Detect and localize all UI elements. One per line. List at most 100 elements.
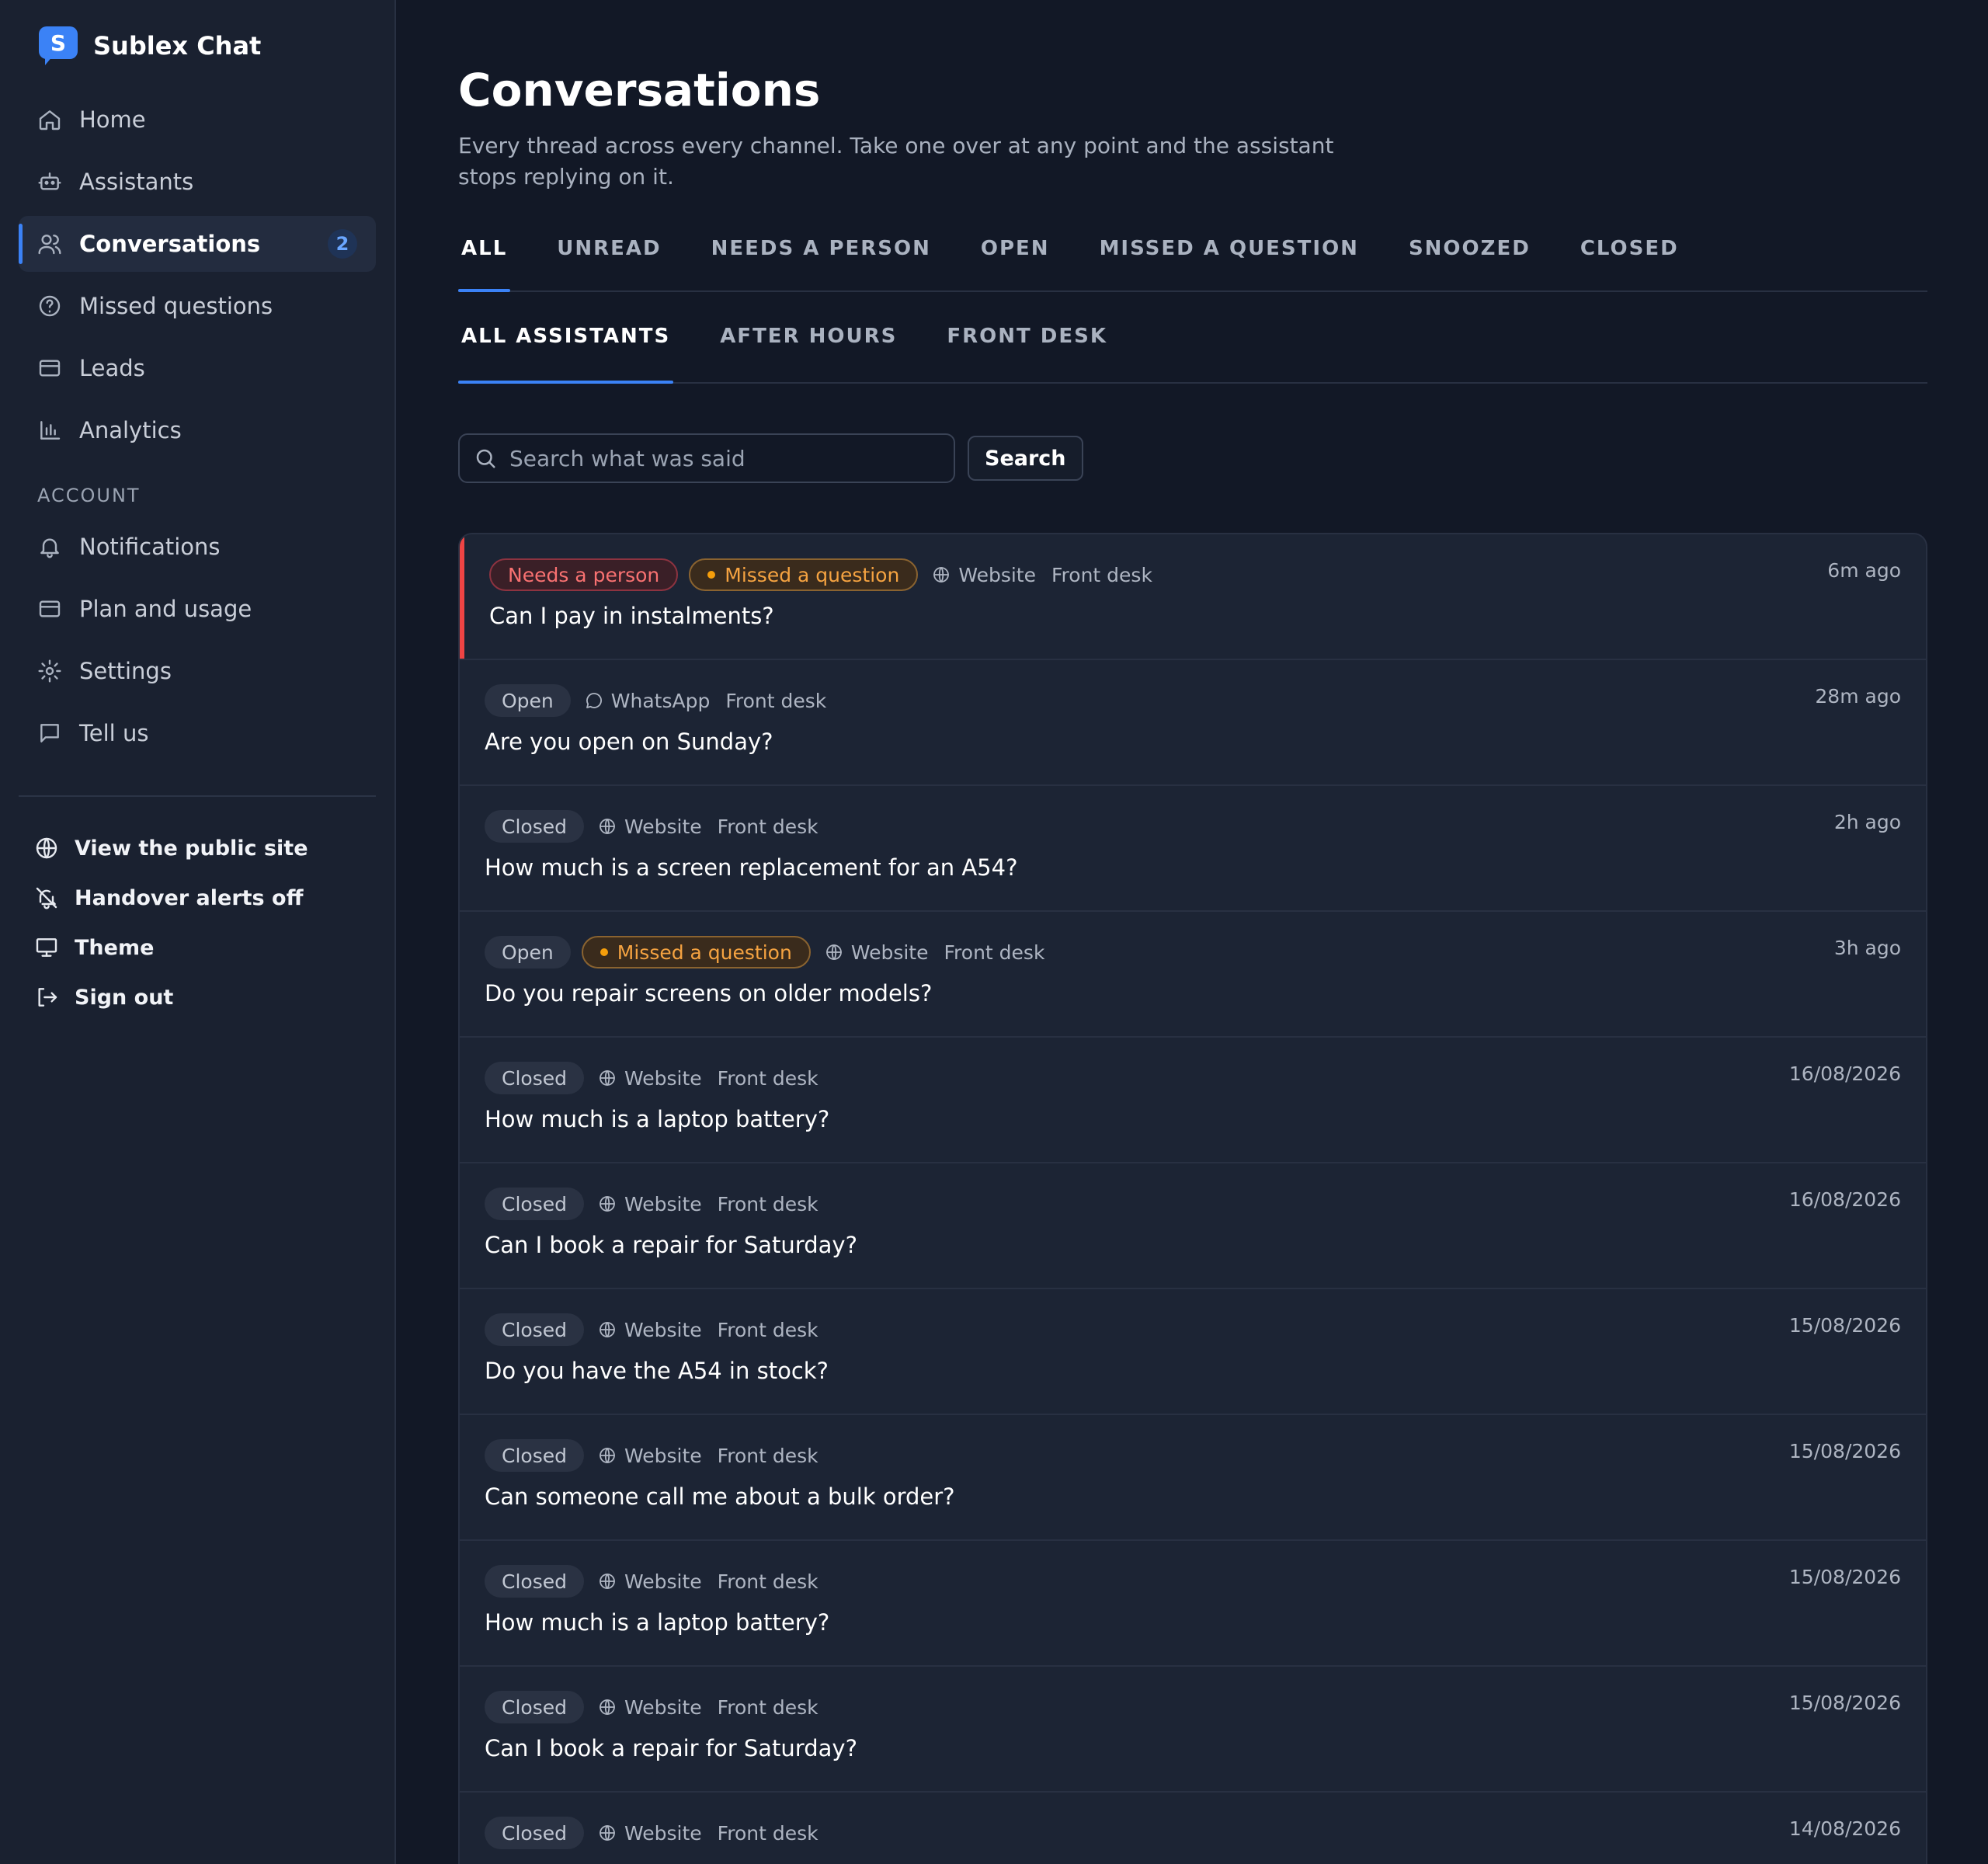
channel-name: Website — [958, 563, 1036, 586]
status-badge: Open — [485, 684, 571, 717]
conversation-time: 15/08/2026 — [1788, 1566, 1901, 1588]
sidebar-item-missed-questions[interactable]: Missed questions — [19, 278, 376, 334]
status-badge: Closed — [485, 810, 584, 843]
search-input[interactable] — [508, 444, 940, 472]
status-badge-label: Closed — [502, 1444, 567, 1467]
sidebar-item-leads[interactable]: Leads — [19, 340, 376, 396]
tab-closed[interactable]: CLOSED — [1577, 227, 1682, 290]
conversation-question: Do you have the A54 in stock? — [485, 1358, 829, 1384]
conversation-meta: Closed Website Front desk — [485, 1187, 1901, 1221]
channel-label: Website — [598, 1067, 702, 1090]
conversation-row[interactable]: Closed Website Front desk 15/08/2026 Do you … — [460, 1289, 1926, 1415]
channel-name: Website — [624, 815, 702, 838]
globe-icon — [600, 819, 615, 834]
status-badge: Closed — [485, 1188, 584, 1220]
tab-snoozed[interactable]: SNOOZED — [1406, 227, 1534, 290]
sidebar-item-tell-us[interactable]: Tell us — [19, 705, 376, 761]
conversation-row[interactable]: Closed Website Front desk 16/08/2026 How muc… — [460, 1038, 1926, 1163]
sidebar-item-assistants[interactable]: Assistants — [19, 154, 376, 210]
message-square-icon — [40, 724, 59, 742]
sidebar-item-label: Assistants — [79, 169, 194, 195]
sidebar-item-settings[interactable]: Settings — [19, 643, 376, 699]
status-badge-label: Closed — [502, 1821, 567, 1845]
assistant-name: Front desk — [717, 1695, 818, 1719]
channel-label: Website — [598, 1570, 702, 1593]
status-badge: Closed — [485, 1691, 584, 1723]
conversation-row[interactable]: Closed Website Front desk 14/08/2026 — [460, 1793, 1926, 1864]
footer-item-handover-alerts-off[interactable]: Handover alerts off — [19, 873, 376, 923]
sidebar-item-conversations[interactable]: Conversations 2 — [19, 216, 376, 272]
assistant-name: Front desk — [717, 1192, 818, 1215]
conversation-row[interactable]: Needs a person Missed a question Website Fr… — [460, 534, 1926, 660]
conversation-meta: Open WhatsApp Front desk — [485, 683, 1901, 718]
sidebar-item-notifications[interactable]: Notifications — [19, 519, 376, 575]
globe-icon — [600, 1196, 615, 1212]
status-badge-label: Open — [502, 941, 554, 964]
assistant-name: Front desk — [717, 1318, 818, 1341]
warning-dot-icon — [707, 571, 716, 579]
users-icon — [38, 235, 61, 255]
status-badge-label: Closed — [502, 1570, 567, 1593]
conversation-row[interactable]: Open Missed a question Website Front desk 3h… — [460, 912, 1926, 1038]
footer-item-sign-out[interactable]: Sign out — [19, 972, 376, 1022]
conversation-question: Do you repair screens on older models? — [485, 980, 933, 1007]
channel-label: Website — [825, 941, 929, 964]
subtab-front-desk[interactable]: FRONT DESK — [944, 318, 1110, 382]
tab-open[interactable]: OPEN — [978, 227, 1053, 290]
channel-name: Website — [624, 1066, 702, 1090]
unread-count-badge: 2 — [328, 229, 357, 259]
footer-item-label: View the public site — [75, 836, 308, 861]
tab-all[interactable]: ALL — [458, 227, 511, 292]
whatsapp-icon — [586, 693, 602, 708]
conversation-meta: Closed Website Front desk — [485, 1816, 1901, 1850]
robot-icon — [38, 172, 61, 190]
brand[interactable]: S Sublex Chat — [19, 25, 376, 67]
status-badge-label: Closed — [502, 1192, 567, 1215]
sidebar-item-label: Plan and usage — [79, 596, 252, 622]
channel-label: Website — [932, 564, 1036, 586]
channel-name: Website — [850, 941, 929, 964]
main-content: Conversations Every thread across every … — [396, 0, 1988, 1864]
conversation-row[interactable]: Closed Website Front desk 15/08/2026 Can som… — [460, 1415, 1926, 1541]
channel-name: Website — [624, 1695, 702, 1719]
account-nav: Notifications Plan and usage Settings Tell … — [19, 519, 376, 761]
bell-icon — [40, 538, 59, 558]
warning-dot-icon — [600, 948, 608, 956]
footer-item-label: Theme — [75, 935, 155, 960]
conversation-row[interactable]: Open WhatsApp Front desk 28m ago Are you ope… — [460, 660, 1926, 786]
tab-unread[interactable]: UNREAD — [554, 227, 664, 290]
tab-missed-a-question[interactable]: MISSED A QUESTION — [1097, 227, 1362, 290]
sidebar-item-plan-and-usage[interactable]: Plan and usage — [19, 581, 376, 637]
subtab-after-hours[interactable]: AFTER HOURS — [717, 318, 900, 382]
search-button[interactable]: Search — [968, 436, 1083, 481]
bar-chart-icon — [40, 421, 61, 440]
channel-name: Website — [624, 1318, 702, 1341]
assistant-name: Front desk — [717, 1066, 818, 1090]
status-badge: Open — [485, 936, 571, 969]
home-icon — [39, 110, 61, 130]
conversation-row[interactable]: Closed Website Front desk 2h ago How much is… — [460, 786, 1926, 912]
sidebar-item-home[interactable]: Home — [19, 92, 376, 148]
conversation-time: 15/08/2026 — [1788, 1440, 1901, 1462]
conversation-meta: Closed Website Front desk — [485, 1690, 1901, 1724]
tab-needs-a-person[interactable]: NEEDS A PERSON — [708, 227, 934, 290]
conversation-row[interactable]: Closed Website Front desk 15/08/2026 How muc… — [460, 1541, 1926, 1667]
sidebar-footer: View the public site Handover alerts off T… — [19, 823, 376, 1022]
conversation-question: How much is a screen replacement for an … — [485, 854, 1018, 881]
help-circle-icon — [39, 295, 61, 317]
globe-icon — [600, 1825, 615, 1841]
conversation-question: Can someone call me about a bulk order? — [485, 1483, 955, 1510]
conversation-row[interactable]: Closed Website Front desk 15/08/2026 Can I b… — [460, 1667, 1926, 1793]
globe-icon — [600, 1070, 615, 1086]
globe-icon — [825, 944, 842, 960]
sign-out-icon — [38, 988, 57, 1007]
conversation-time: 15/08/2026 — [1788, 1692, 1901, 1714]
sidebar-item-analytics[interactable]: Analytics — [19, 402, 376, 458]
footer-item-view-the-public-site[interactable]: View the public site — [19, 823, 376, 873]
assistant-tabs: ALL ASSISTANTS AFTER HOURS FRONT DESK — [458, 318, 1927, 384]
assistant-name: Front desk — [717, 1570, 818, 1593]
subtab-all-assistants[interactable]: ALL ASSISTANTS — [458, 318, 674, 384]
footer-item-theme[interactable]: Theme — [19, 923, 376, 972]
status-badge: Missed a question — [581, 936, 811, 969]
conversation-row[interactable]: Closed Website Front desk 16/08/2026 Can I b… — [460, 1163, 1926, 1289]
